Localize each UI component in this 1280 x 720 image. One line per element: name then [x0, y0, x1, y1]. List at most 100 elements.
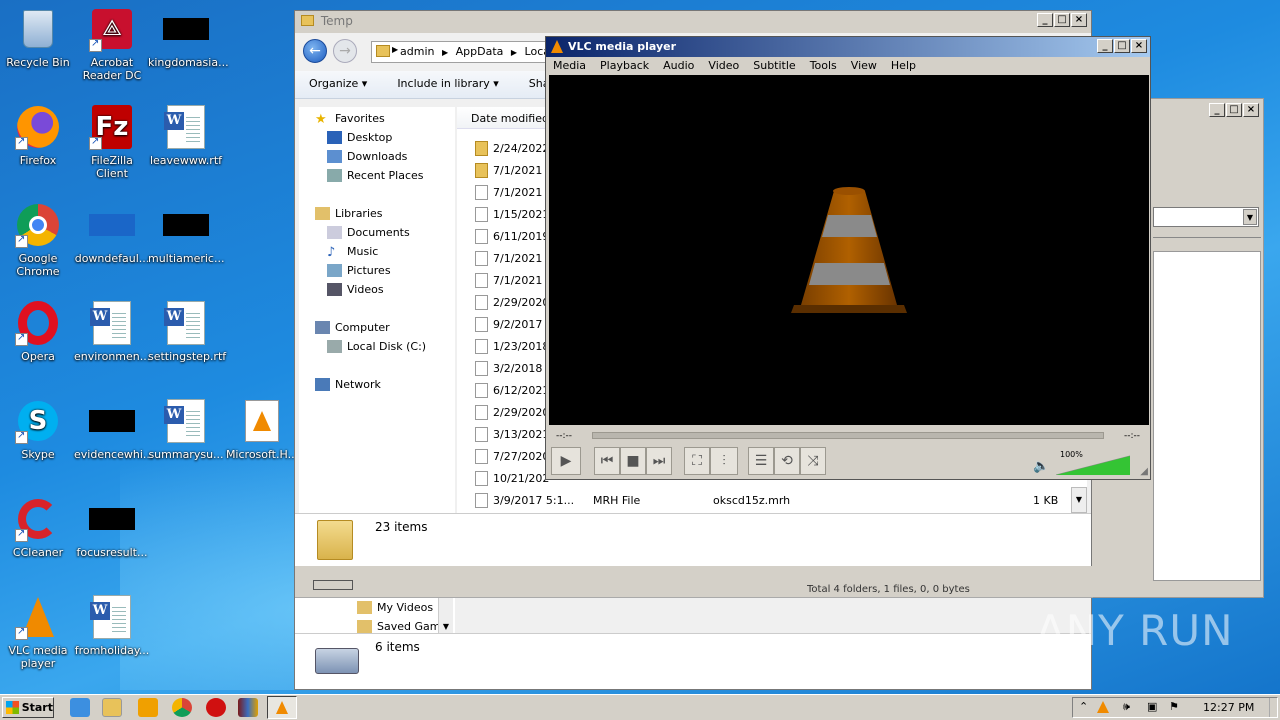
- desktop-icon-item[interactable]: Fz FileZilla Client: [74, 104, 150, 180]
- seek-slider[interactable]: [592, 432, 1104, 439]
- breadcrumb-appdata[interactable]: AppData: [456, 45, 504, 58]
- vlc-taskbar-button[interactable]: [267, 696, 297, 719]
- menu-subtitle[interactable]: Subtitle: [753, 59, 795, 73]
- forward-button[interactable]: →: [333, 39, 357, 63]
- menu-tools[interactable]: Tools: [810, 59, 837, 73]
- vlc-window[interactable]: VLC media player _ □ × Media Playback Au…: [545, 36, 1151, 480]
- close-button[interactable]: ×: [1243, 103, 1259, 117]
- desktop-icon-item[interactable]: multiameric...: [148, 202, 224, 265]
- volume-icon[interactable]: 🔈: [1033, 459, 1049, 474]
- nav-documents[interactable]: Documents: [327, 223, 410, 242]
- black-file-icon: [89, 398, 135, 444]
- nav-favorites[interactable]: ★ Favorites: [315, 109, 385, 128]
- volume-slider[interactable]: 100%: [1055, 450, 1131, 476]
- media-player-icon[interactable]: [138, 698, 158, 717]
- desktop-icon-item[interactable]: Wenvironmen...: [74, 300, 150, 363]
- menu-help[interactable]: Help: [891, 59, 916, 73]
- menu-media[interactable]: Media: [553, 59, 586, 73]
- close-button[interactable]: ×: [1071, 13, 1087, 27]
- scroll-down-button[interactable]: ▼: [438, 598, 453, 634]
- acrobat-icon: ⟁: [89, 6, 135, 52]
- opera-taskbar-icon[interactable]: [206, 698, 226, 717]
- minimize-button[interactable]: _: [1209, 103, 1225, 117]
- start-button[interactable]: Start: [2, 697, 54, 718]
- previous-button[interactable]: ⏮: [594, 447, 620, 475]
- dialog-list[interactable]: [1153, 251, 1261, 581]
- desktop-icon-item[interactable]: Microsoft.H...: [224, 398, 300, 461]
- fullscreen-button[interactable]: ⛶: [684, 447, 710, 475]
- menu-audio[interactable]: Audio: [663, 59, 694, 73]
- window-title: Temp: [295, 11, 1091, 33]
- desktop-icon-label: FileZilla Client: [91, 154, 133, 180]
- desktop-icon-item[interactable]: evidencewhi...: [74, 398, 153, 461]
- extended-settings-button[interactable]: ⫶: [710, 447, 738, 475]
- desktop-icon-item[interactable]: Wsummarysu...: [148, 398, 224, 461]
- desktop-icon-item[interactable]: Wleavewww.rtf: [148, 104, 224, 167]
- nav-computer[interactable]: Computer: [315, 318, 390, 337]
- desktop-icon-item[interactable]: ⟁ Acrobat Reader DC: [74, 6, 150, 82]
- stop-button[interactable]: ■: [620, 447, 646, 475]
- ie-icon[interactable]: [70, 698, 90, 717]
- nav-my-videos[interactable]: My Videos: [357, 598, 433, 617]
- nav-libraries[interactable]: Libraries: [315, 204, 383, 223]
- desktop-icon-item[interactable]: VLC media player: [0, 594, 76, 670]
- nav-desktop[interactable]: Desktop: [327, 128, 392, 147]
- shuffle-button[interactable]: ⤨: [800, 447, 826, 475]
- minimize-button[interactable]: _: [1097, 39, 1113, 53]
- maximize-button[interactable]: □: [1114, 39, 1130, 53]
- seek-area: --:-- --:--: [550, 429, 1146, 443]
- organize-button[interactable]: Organize ▾: [309, 77, 367, 92]
- desktop-icon-item[interactable]: CCleaner: [0, 496, 76, 559]
- desktop-icon-item[interactable]: Firefox: [0, 104, 76, 167]
- nav-network[interactable]: Network: [315, 375, 381, 394]
- shortcut-arrow-icon: [15, 625, 28, 640]
- desktop-icon-item[interactable]: Opera: [0, 300, 76, 363]
- nav-videos[interactable]: Videos: [327, 280, 384, 299]
- nav-recent-places[interactable]: Recent Places: [327, 166, 424, 185]
- winrar-icon[interactable]: [238, 698, 258, 717]
- show-hidden-icons-icon[interactable]: ⌃: [1079, 700, 1088, 713]
- network-tray-icon[interactable]: ▣: [1147, 700, 1157, 713]
- play-button[interactable]: ▶: [551, 447, 581, 475]
- desktop-icon-item[interactable]: kingdomasia...: [148, 6, 229, 69]
- nav-downloads[interactable]: Downloads: [327, 147, 407, 166]
- close-button[interactable]: ×: [1131, 39, 1147, 53]
- menu-view[interactable]: View: [851, 59, 877, 73]
- firefox-icon: [15, 104, 61, 150]
- menu-video[interactable]: Video: [708, 59, 739, 73]
- action-center-icon[interactable]: ⚑: [1169, 700, 1179, 713]
- vlc-tray-icon[interactable]: [1097, 701, 1109, 713]
- desktop-icon-item[interactable]: Recycle Bin: [0, 6, 76, 69]
- breadcrumb-admin[interactable]: admin: [400, 45, 434, 58]
- explorer-taskbar-icon[interactable]: [102, 698, 122, 717]
- desktop-icon-item[interactable]: Wfromholiday...: [74, 594, 150, 657]
- desktop-icon-item[interactable]: downdefaul...: [74, 202, 150, 265]
- chrome-taskbar-icon[interactable]: [172, 698, 192, 717]
- resize-grip-icon[interactable]: ◢: [1140, 466, 1148, 477]
- dialog-combobox[interactable]: ▼: [1153, 207, 1259, 227]
- explorer-window-2[interactable]: Total 4 folders, 1 files, 0, 0 bytes My …: [294, 566, 1093, 690]
- nav-music[interactable]: ♪ Music: [327, 242, 378, 261]
- desktop-icon-item[interactable]: focusresult...: [74, 496, 150, 559]
- maximize-button[interactable]: □: [1054, 13, 1070, 27]
- chevron-down-icon[interactable]: ▼: [1243, 209, 1257, 225]
- desktop-icon-item[interactable]: Google Chrome: [0, 202, 76, 278]
- desktop-icon-item[interactable]: Wsettingstep.rtf: [148, 300, 226, 363]
- nav-pictures[interactable]: Pictures: [327, 261, 391, 280]
- loop-button[interactable]: ⟲: [774, 447, 800, 475]
- file-row[interactable]: 3/9/2017 5:1... MRH File okscd15z.mrh 1 KB: [475, 489, 1071, 511]
- nav-local-disk[interactable]: Local Disk (C:): [327, 337, 426, 356]
- clock[interactable]: 12:27 PM: [1203, 701, 1254, 714]
- scroll-down-button[interactable]: ▼: [1071, 487, 1087, 513]
- minimize-button[interactable]: _: [1037, 13, 1053, 27]
- menu-playback[interactable]: Playback: [600, 59, 649, 73]
- playlist-button[interactable]: ☰: [748, 447, 774, 475]
- video-area[interactable]: [549, 75, 1149, 425]
- include-in-library-button[interactable]: Include in library ▾: [397, 77, 498, 92]
- next-button[interactable]: ⏭: [646, 447, 672, 475]
- maximize-button[interactable]: □: [1226, 103, 1242, 117]
- volume-tray-icon[interactable]: 🕪: [1123, 700, 1130, 714]
- desktop-icon-item[interactable]: S Skype: [0, 398, 76, 461]
- show-desktop-button[interactable]: [1269, 698, 1277, 717]
- back-button[interactable]: ←: [303, 39, 327, 63]
